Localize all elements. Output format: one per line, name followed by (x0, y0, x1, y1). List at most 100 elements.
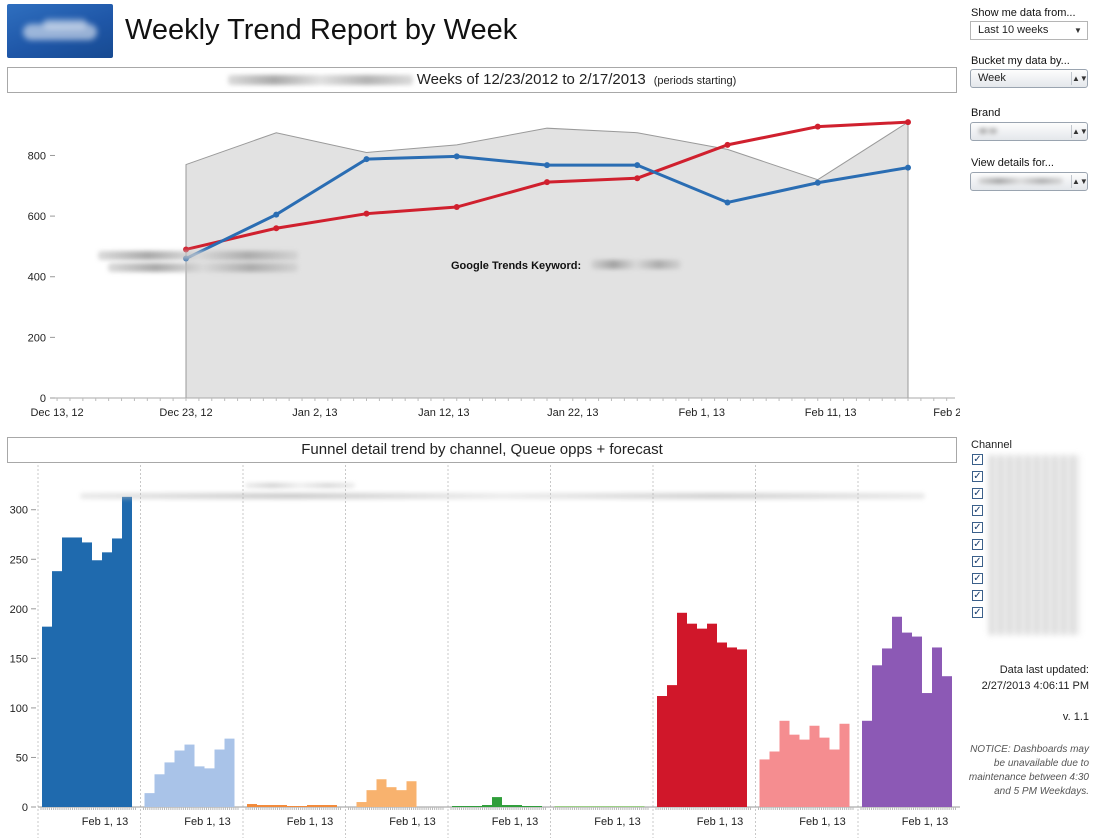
chevron-down-icon: ▼ (1074, 26, 1082, 35)
bar (406, 781, 417, 807)
bar (492, 797, 502, 807)
bar (512, 805, 522, 807)
bar (502, 805, 512, 807)
bucket-dropdown[interactable]: Week ▲▼ (970, 69, 1088, 88)
bar (839, 723, 850, 807)
bar (317, 805, 327, 807)
bar (574, 806, 585, 807)
y-tick-label: 0 (40, 393, 46, 405)
panel-x-label: Feb 1, 13 (184, 816, 230, 828)
x-tick-label: Feb 21, 13 (933, 407, 960, 419)
bar (624, 806, 635, 807)
bar (247, 804, 257, 807)
x-tick-label: Jan 22, 13 (547, 407, 598, 419)
line-point (453, 204, 460, 211)
brand-label: Brand (971, 107, 1001, 119)
bar (799, 739, 810, 807)
updown-arrows-icon: ▲▼ (1071, 175, 1088, 188)
bar (257, 805, 267, 807)
bucket-label: Bucket my data by... (971, 55, 1070, 67)
bar (92, 560, 102, 807)
channel-checkbox[interactable]: ✓ (972, 556, 983, 567)
y-tick-label: 400 (28, 272, 46, 284)
x-tick-label: Dec 13, 12 (30, 407, 83, 419)
bar (717, 642, 727, 807)
bar (52, 571, 62, 807)
updated-timestamp: 2/27/2013 4:06:11 PM (981, 680, 1089, 692)
show-data-from-value: Last 10 weeks (978, 24, 1049, 36)
line-point (634, 162, 641, 169)
bar (154, 774, 165, 807)
bar (829, 749, 840, 807)
bar (584, 806, 595, 807)
y-tick-label: 300 (10, 505, 28, 517)
bar (657, 696, 667, 807)
bar (366, 790, 377, 807)
redacted-value (978, 128, 998, 135)
panel-x-label: Feb 1, 13 (82, 816, 128, 828)
bar (204, 768, 215, 807)
bar (462, 806, 472, 807)
channel-checkbox[interactable]: ✓ (972, 573, 983, 584)
bar (452, 806, 462, 807)
channel-checkbox[interactable]: ✓ (972, 590, 983, 601)
bar (174, 750, 185, 807)
bar (769, 751, 780, 807)
redacted-keyword (591, 260, 681, 269)
bar (277, 805, 287, 807)
bar (376, 779, 387, 807)
line-point (273, 211, 280, 218)
channel-checkbox[interactable]: ✓ (972, 607, 983, 618)
brand-dropdown[interactable]: ▲▼ (970, 122, 1088, 141)
panel-x-label: Feb 1, 13 (287, 816, 333, 828)
bar (482, 805, 492, 807)
line-point (724, 141, 731, 148)
bar (386, 787, 397, 807)
updated-label: Data last updated: (999, 664, 1089, 676)
line-point (544, 162, 550, 169)
bar (554, 806, 565, 807)
redacted-text (98, 251, 298, 260)
bar (604, 806, 615, 807)
bar (697, 628, 707, 807)
channel-checkbox[interactable]: ✓ (972, 471, 983, 482)
bar (287, 806, 297, 807)
redacted-channel-headers (80, 493, 925, 499)
bar (144, 793, 155, 807)
bar (677, 612, 687, 807)
line-point (634, 175, 641, 182)
bar (297, 806, 307, 807)
show-data-from-label: Show me data from... (971, 7, 1076, 19)
channel-legend-title: Channel (971, 439, 1012, 451)
redacted-text (108, 263, 298, 272)
redacted-channel-names (988, 455, 1080, 635)
y-tick-label: 0 (22, 802, 28, 814)
bar (72, 537, 82, 807)
bar (184, 744, 195, 807)
channel-checkbox[interactable]: ✓ (972, 505, 983, 516)
bar (727, 647, 737, 807)
y-tick-label: 800 (28, 150, 46, 162)
bar (809, 725, 820, 807)
bar (532, 806, 542, 807)
line-point (544, 179, 550, 186)
bar (164, 762, 175, 807)
bar (396, 790, 407, 807)
bar (122, 496, 132, 807)
bar (862, 720, 872, 807)
channel-checkbox[interactable]: ✓ (972, 454, 983, 465)
version-text: v. 1.1 (1062, 711, 1089, 723)
channel-checkbox[interactable]: ✓ (972, 522, 983, 533)
details-dropdown[interactable]: ▲▼ (970, 172, 1088, 191)
bar (819, 737, 830, 807)
channel-checkbox[interactable]: ✓ (972, 488, 983, 499)
channel-checkbox[interactable]: ✓ (972, 539, 983, 550)
y-tick-label: 250 (10, 554, 28, 566)
bar (912, 636, 922, 807)
bar (902, 632, 912, 807)
show-data-from-dropdown[interactable]: Last 10 weeks ▼ (970, 21, 1088, 40)
y-tick-label: 200 (28, 332, 46, 344)
redacted-channel-header (245, 483, 355, 488)
x-tick-label: Feb 1, 13 (678, 407, 724, 419)
bar (42, 626, 52, 807)
